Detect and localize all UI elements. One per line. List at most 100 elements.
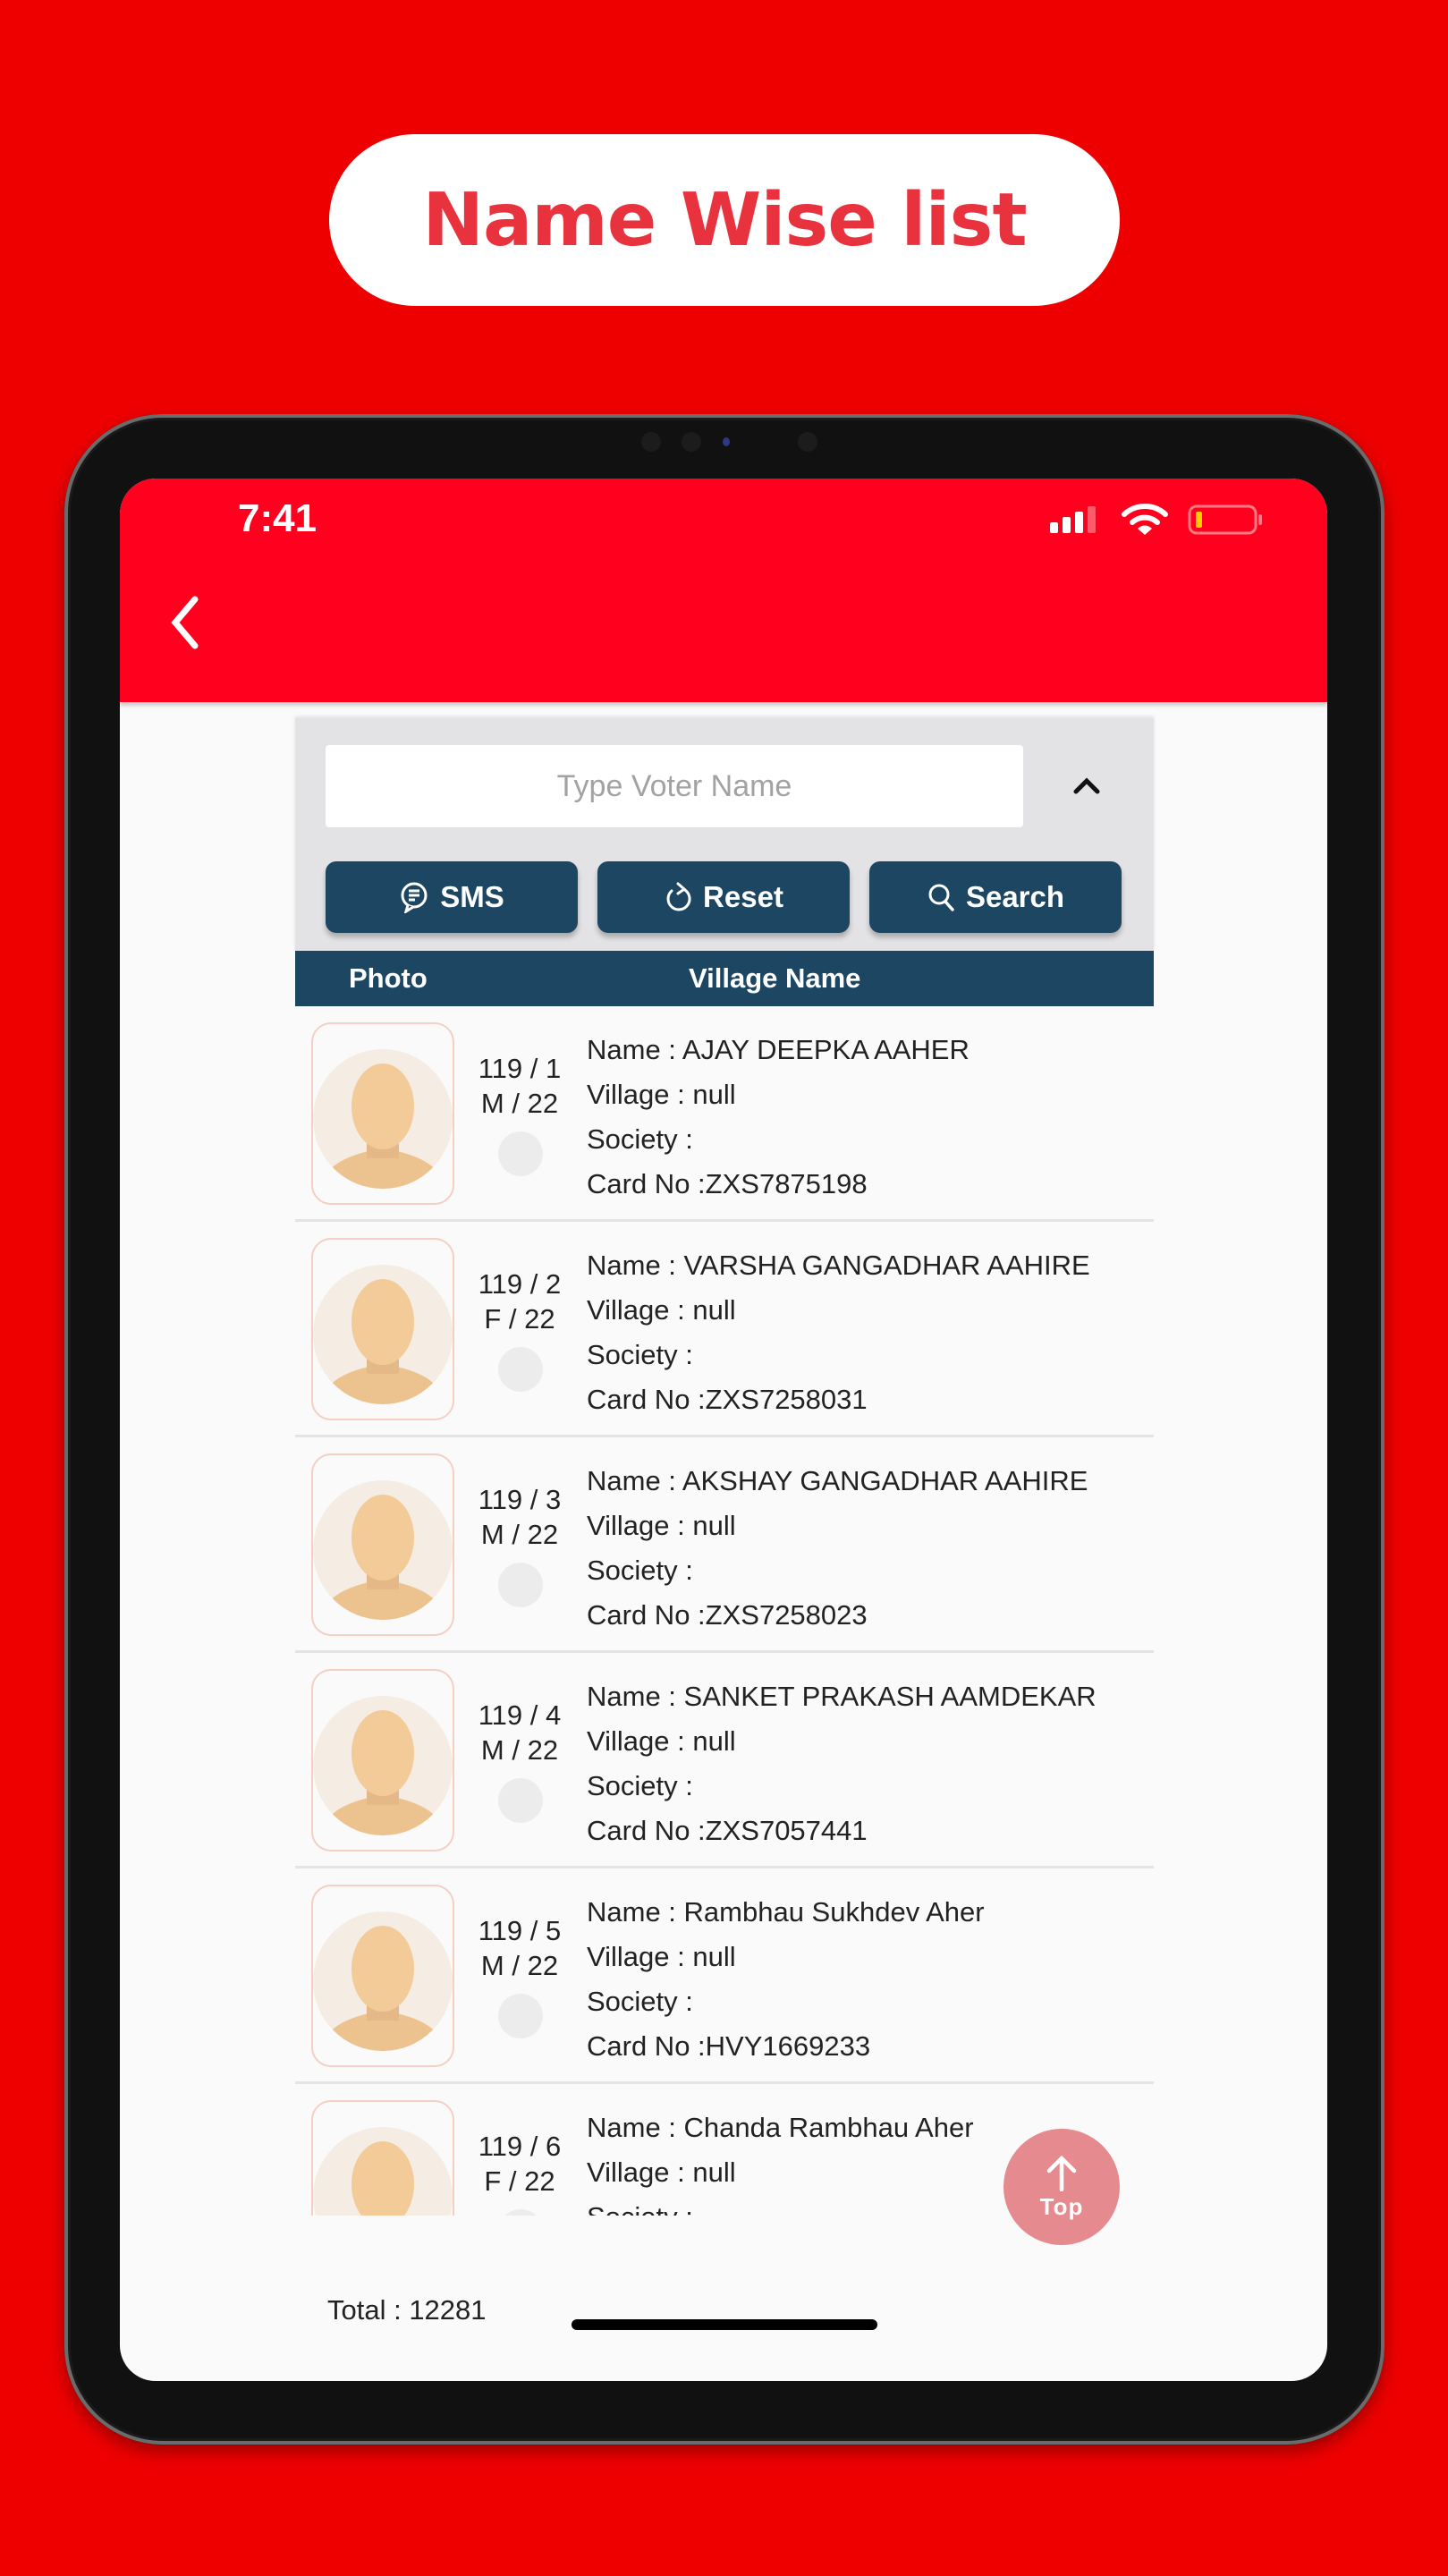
search-panel: SMS Reset Search bbox=[295, 718, 1154, 951]
sms-label: SMS bbox=[440, 880, 504, 913]
serial-info: 119 / 3 M / 22 bbox=[470, 1482, 569, 1552]
voter-society: Society : bbox=[587, 1339, 693, 1370]
reset-button[interactable]: Reset bbox=[597, 861, 850, 933]
gender-age: M / 22 bbox=[480, 1734, 559, 1766]
camera-icon bbox=[723, 437, 730, 446]
voter-photo bbox=[311, 1885, 454, 2067]
voter-details: Name : Rambhau Sukhdev Aher Village : nul… bbox=[587, 1890, 985, 2069]
voter-details: Name : VARSHA GANGADHAR AAHIRE Village : … bbox=[587, 1243, 1090, 1422]
reset-label: Reset bbox=[703, 880, 783, 913]
voter-row[interactable]: 119 / 4M / 22 Name : SANKET PRAKASH AAMDE… bbox=[295, 1653, 1154, 1868]
banner-title: Name Wise list bbox=[422, 177, 1027, 263]
sensor-icon bbox=[682, 432, 701, 452]
promo-banner: Name Wise list bbox=[329, 134, 1120, 306]
voter-card-no: Card No :ZXS7258023 bbox=[587, 1599, 868, 1631]
app-screen: 7:41 Type Voter Name SMS Reset Search Ph… bbox=[120, 479, 1327, 2381]
voter-name: Name : Rambhau Sukhdev Aher bbox=[587, 1896, 985, 1928]
voter-details: Name : SANKET PRAKASH AAMDEKAR Village : … bbox=[587, 1674, 1097, 1853]
status-icons bbox=[1048, 504, 1265, 536]
voter-village: Village : null bbox=[587, 1941, 736, 1972]
voter-society: Society : bbox=[587, 1123, 693, 1155]
total-count: Total : 12281 bbox=[327, 2294, 487, 2326]
avatar-placeholder-icon bbox=[313, 1911, 453, 2051]
chevron-up-icon bbox=[1073, 777, 1100, 794]
serial-number: 119 / 4 bbox=[478, 1699, 562, 1731]
serial-info: 119 / 2F / 22 bbox=[470, 1267, 569, 1336]
voter-photo bbox=[311, 2100, 454, 2216]
voter-details: Name : Chanda Rambhau Aher Village : null… bbox=[587, 2106, 974, 2216]
home-indicator[interactable] bbox=[572, 2319, 877, 2330]
voter-village: Village : null bbox=[587, 1079, 736, 1110]
voter-row[interactable]: 119 / 1 M / 22 Name : AJAY DEEPKA AAHER Vil… bbox=[295, 1006, 1154, 1222]
scroll-top-button[interactable]: Top bbox=[1003, 2129, 1120, 2245]
status-dot[interactable] bbox=[498, 1563, 543, 1607]
avatar-placeholder-icon bbox=[313, 2127, 453, 2216]
voter-row[interactable]: 119 / 2F / 22 Name : VARSHA GANGADHAR AAH… bbox=[295, 1222, 1154, 1437]
voter-row[interactable]: 119 / 5 M / 22 Name : Rambhau Sukhdev Aher… bbox=[295, 1868, 1154, 2084]
voter-card-no: Card No :ZXS7057441 bbox=[587, 1815, 868, 1846]
avatar-placeholder-icon bbox=[313, 1265, 453, 1404]
chevron-left-icon bbox=[171, 596, 199, 649]
voter-society: Society : bbox=[587, 1986, 693, 2017]
status-dot[interactable] bbox=[498, 2209, 543, 2216]
voter-name-input[interactable] bbox=[326, 745, 1023, 827]
avatar-placeholder-icon bbox=[313, 1049, 453, 1189]
voter-row[interactable]: 119 / 3 M / 22 Name : AKSHAY GANGADHAR AAH… bbox=[295, 1437, 1154, 1653]
avatar-placeholder-icon bbox=[313, 1696, 453, 1835]
status-dot[interactable] bbox=[498, 1131, 543, 1176]
arrow-up-icon bbox=[1046, 2155, 1077, 2191]
serial-number: 119 / 2 bbox=[478, 1268, 562, 1300]
scroll-top-label: Top bbox=[1039, 2192, 1084, 2220]
gender-age: F / 22 bbox=[484, 1303, 555, 1335]
serial-info: 119 / 6F / 22 bbox=[470, 2129, 569, 2199]
voter-name: Name : SANKET PRAKASH AAMDEKAR bbox=[587, 1681, 1097, 1712]
sensor-icon bbox=[641, 432, 661, 452]
voter-society: Society : bbox=[587, 2195, 974, 2216]
serial-number: 119 / 1 bbox=[478, 1053, 562, 1084]
voter-photo bbox=[311, 1669, 454, 1852]
serial-info: 119 / 5 M / 22 bbox=[470, 1913, 569, 1983]
voter-name: Name : Chanda Rambhau Aher bbox=[587, 2112, 974, 2143]
serial-number: 119 / 6 bbox=[478, 2131, 562, 2162]
signal-icon bbox=[1050, 506, 1096, 533]
voter-village: Village : null bbox=[587, 1725, 736, 1757]
avatar-placeholder-icon bbox=[313, 1480, 453, 1620]
sms-button[interactable]: SMS bbox=[326, 861, 578, 933]
voter-list[interactable]: 119 / 1 M / 22 Name : AJAY DEEPKA AAHER Vil… bbox=[295, 1006, 1154, 2216]
voter-society: Society : bbox=[587, 1770, 693, 1801]
search-icon bbox=[928, 884, 954, 911]
wifi-icon bbox=[1122, 504, 1168, 535]
search-button[interactable]: Search bbox=[869, 861, 1122, 933]
voter-details: Name : AKSHAY GANGADHAR AAHIRE Village : … bbox=[587, 1459, 1088, 1638]
sensor-icon bbox=[798, 432, 817, 452]
serial-info: 119 / 1 M / 22 bbox=[470, 1051, 569, 1121]
serial-number: 119 / 3 bbox=[478, 1484, 562, 1515]
voter-details: Name : AJAY DEEPKA AAHER Village : null So… bbox=[587, 1028, 970, 1207]
voter-card-no: Card No :ZXS7875198 bbox=[587, 1168, 868, 1199]
voter-photo bbox=[311, 1453, 454, 1636]
table-header: Photo Village Name bbox=[295, 951, 1154, 1006]
voter-village: Village : null bbox=[587, 1294, 736, 1326]
gender-age: M / 22 bbox=[480, 1088, 559, 1119]
gender-age: F / 22 bbox=[484, 2165, 555, 2197]
voter-photo bbox=[311, 1238, 454, 1420]
search-label: Search bbox=[965, 880, 1065, 913]
voter-village: Village : null bbox=[587, 1510, 736, 1541]
gender-age: M / 22 bbox=[480, 1950, 559, 1981]
app-bar: 7:41 bbox=[120, 479, 1327, 702]
collapse-button[interactable] bbox=[1064, 763, 1109, 808]
serial-number: 119 / 5 bbox=[478, 1915, 562, 1946]
status-dot[interactable] bbox=[498, 1994, 543, 2038]
voter-photo bbox=[311, 1022, 454, 1205]
status-dot[interactable] bbox=[498, 1778, 543, 1823]
voter-name: Name : AJAY DEEPKA AAHER bbox=[587, 1034, 970, 1065]
back-button[interactable] bbox=[156, 590, 218, 653]
header-photo: Photo bbox=[349, 962, 428, 994]
voter-card-no: Card No :HVY1669233 bbox=[587, 2030, 871, 2062]
status-dot[interactable] bbox=[498, 1347, 543, 1392]
serial-info: 119 / 4M / 22 bbox=[470, 1698, 569, 1767]
chat-icon bbox=[401, 882, 428, 913]
voter-society: Society : bbox=[587, 1555, 693, 1586]
voter-name: Name : AKSHAY GANGADHAR AAHIRE bbox=[587, 1465, 1088, 1496]
status-time: 7:41 bbox=[238, 496, 318, 540]
